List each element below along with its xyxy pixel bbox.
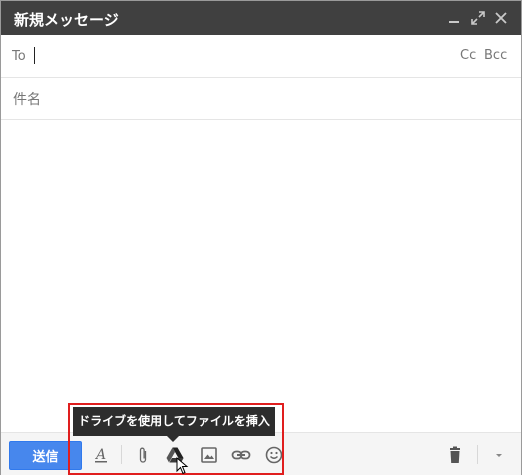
format-text-button[interactable]: A	[89, 443, 113, 467]
expand-icon	[471, 11, 485, 25]
subject-input[interactable]	[11, 87, 505, 111]
mouse-pointer-icon	[176, 457, 189, 475]
link-icon	[231, 450, 251, 460]
cc-link[interactable]: Cc	[460, 48, 476, 63]
close-button[interactable]	[491, 7, 511, 29]
format-text-icon: A	[94, 447, 107, 463]
compose-window: 新規メッセージ To Cc Bcc 件名 送信 A	[0, 0, 522, 475]
subject-row	[1, 78, 521, 120]
text-caret	[34, 47, 35, 64]
to-input[interactable]	[33, 45, 447, 69]
insert-link-button[interactable]	[229, 443, 253, 467]
to-row: To Cc Bcc	[1, 36, 521, 78]
photo-icon	[201, 447, 217, 463]
attach-icon	[139, 447, 147, 463]
insert-photo-button[interactable]	[197, 443, 221, 467]
minimize-button[interactable]	[444, 7, 464, 29]
send-button[interactable]: 送信	[9, 441, 82, 470]
trash-icon	[450, 446, 460, 463]
compose-toolbar: 送信 A	[1, 432, 521, 475]
insert-emoji-button[interactable]	[262, 443, 286, 467]
bcc-link[interactable]: Bcc	[484, 48, 507, 63]
drive-tooltip: ドライブを使用してファイルを挿入	[73, 407, 275, 436]
minimize-icon	[449, 21, 459, 23]
toolbar-divider	[477, 445, 478, 464]
discard-draft-button[interactable]	[443, 443, 467, 467]
toolbar-divider	[121, 445, 122, 464]
expand-button[interactable]	[468, 7, 488, 29]
attach-files-button[interactable]	[131, 443, 155, 467]
compose-title: 新規メッセージ	[14, 11, 119, 29]
to-label: To	[12, 49, 26, 64]
compose-titlebar[interactable]: 新規メッセージ	[1, 1, 521, 35]
tooltip-arrow	[167, 436, 179, 442]
svg-text:A: A	[94, 447, 106, 463]
more-options-icon	[496, 454, 502, 457]
message-body[interactable]	[1, 122, 521, 431]
more-options-button[interactable]	[487, 443, 511, 467]
close-icon	[495, 12, 507, 24]
emoji-icon	[265, 446, 283, 464]
